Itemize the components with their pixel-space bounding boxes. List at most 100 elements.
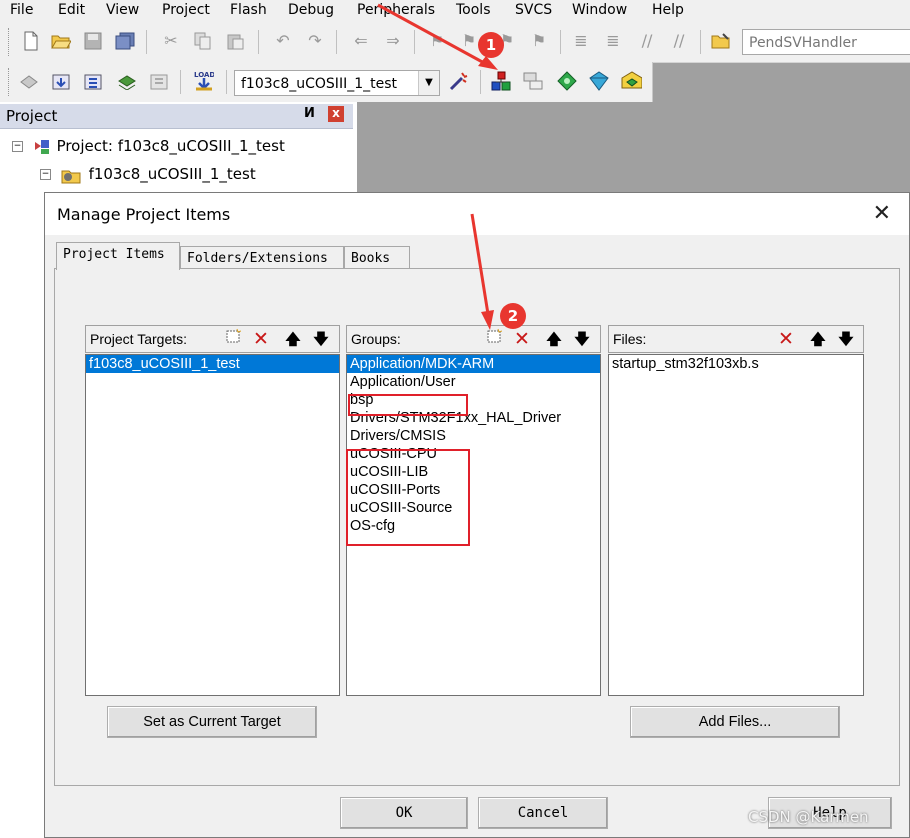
tab-project-items-label: Project Items bbox=[63, 247, 165, 262]
menu-peripherals[interactable]: Peripherals bbox=[357, 1, 435, 19]
indent-icon[interactable]: ≣ bbox=[570, 30, 592, 52]
ok-button[interactable]: OK bbox=[340, 797, 468, 829]
move-target-up-icon[interactable]: 🡅 bbox=[282, 328, 304, 350]
select-packs-icon[interactable] bbox=[522, 70, 544, 92]
menu-tools[interactable]: Tools bbox=[456, 1, 491, 19]
tree-target[interactable]: − f103c8_uCOSIII_1_test bbox=[40, 164, 256, 184]
project-pane-title: Project bbox=[6, 107, 58, 125]
save-all-icon[interactable] bbox=[114, 30, 136, 52]
new-target-icon[interactable] bbox=[222, 328, 244, 350]
move-file-down-icon[interactable]: 🡇 bbox=[835, 328, 857, 350]
batch-build-icon[interactable] bbox=[116, 70, 138, 92]
cut-icon[interactable]: ✂ bbox=[160, 30, 182, 52]
file-toolbar: ✂ ↶ ↷ ⇐ ⇒ ⚑ ⚑ ⚑ ⚑ ≣ ≣ // // PendSVHandle… bbox=[0, 22, 910, 63]
build-icon[interactable] bbox=[50, 70, 72, 92]
groups-header: Groups: ✕ 🡅 🡇 bbox=[346, 325, 601, 353]
files-title: Files: bbox=[613, 331, 647, 347]
menu-bar: File Edit View Project Flash Debug Perip… bbox=[0, 0, 910, 22]
software-packs-icon[interactable] bbox=[620, 70, 642, 92]
highlight-ucos-groups bbox=[346, 449, 470, 546]
menu-debug[interactable]: Debug bbox=[288, 1, 334, 19]
menu-flash[interactable]: Flash bbox=[230, 1, 267, 19]
tab-books-label: Books bbox=[351, 251, 391, 266]
close-icon[interactable]: x bbox=[328, 106, 344, 122]
collapse-icon[interactable]: − bbox=[40, 169, 51, 180]
open-folder-icon[interactable] bbox=[50, 30, 72, 52]
watermark: CSDN @Karmen bbox=[748, 808, 869, 826]
project-icon bbox=[34, 139, 49, 154]
move-group-up-icon[interactable]: 🡅 bbox=[543, 328, 565, 350]
prev-bookmark-icon[interactable]: ⚑ bbox=[458, 30, 480, 52]
new-file-icon[interactable] bbox=[20, 30, 42, 52]
paste-icon[interactable] bbox=[224, 30, 246, 52]
stop-build-icon[interactable] bbox=[148, 70, 170, 92]
toolbar-grip[interactable] bbox=[8, 68, 12, 96]
bookmark-icon[interactable]: ⚑ bbox=[426, 30, 448, 52]
menu-edit[interactable]: Edit bbox=[58, 1, 85, 19]
set-current-target-button[interactable]: Set as Current Target bbox=[107, 706, 317, 738]
manage-project-items-icon[interactable] bbox=[490, 70, 512, 92]
target-item[interactable]: f103c8_uCOSIII_1_test bbox=[86, 355, 339, 373]
target-folder-icon bbox=[61, 170, 81, 183]
file-item[interactable]: startup_stm32f103xb.s bbox=[609, 355, 863, 373]
copy-icon[interactable] bbox=[192, 30, 214, 52]
cancel-button[interactable]: Cancel bbox=[478, 797, 608, 829]
tree-root-label: Project: f103c8_uCOSIII_1_test bbox=[56, 137, 285, 155]
navigate-back-icon[interactable]: ⇐ bbox=[350, 30, 372, 52]
highlight-bsp bbox=[348, 394, 468, 416]
tab-folders-extensions-label: Folders/Extensions bbox=[187, 251, 328, 266]
new-group-icon[interactable] bbox=[483, 328, 505, 350]
rebuild-icon[interactable] bbox=[82, 70, 104, 92]
collapse-icon[interactable]: − bbox=[12, 141, 23, 152]
unindent-icon[interactable]: ≣ bbox=[602, 30, 624, 52]
pack-installer-icon[interactable] bbox=[588, 70, 610, 92]
download-icon[interactable]: LOAD bbox=[192, 70, 214, 92]
menu-view[interactable]: View bbox=[106, 1, 139, 19]
add-files-button[interactable]: Add Files... bbox=[630, 706, 840, 738]
save-icon[interactable] bbox=[82, 30, 104, 52]
files-list[interactable]: startup_stm32f103xb.s bbox=[608, 354, 864, 696]
group-item[interactable]: Drivers/CMSIS bbox=[347, 427, 600, 445]
move-target-down-icon[interactable]: 🡇 bbox=[310, 328, 332, 350]
manage-rte-icon[interactable] bbox=[556, 70, 578, 92]
menu-help[interactable]: Help bbox=[652, 1, 684, 19]
project-pane-header: Project И x bbox=[0, 104, 353, 129]
delete-target-icon[interactable]: ✕ bbox=[250, 328, 272, 350]
move-group-down-icon[interactable]: 🡇 bbox=[571, 328, 593, 350]
find-in-files-icon[interactable] bbox=[710, 30, 732, 52]
chevron-down-icon[interactable]: ▼ bbox=[418, 71, 439, 95]
pin-icon[interactable]: И bbox=[304, 106, 315, 121]
target-combo[interactable]: f103c8_uCOSIII_1_test ▼ bbox=[234, 70, 440, 96]
targets-header: Project Targets: ✕ 🡅 🡇 bbox=[85, 325, 340, 353]
menu-svcs[interactable]: SVCS bbox=[515, 1, 552, 19]
options-for-target-icon[interactable] bbox=[448, 70, 470, 92]
dialog-close-icon[interactable]: ✕ bbox=[873, 201, 891, 227]
redo-icon[interactable]: ↷ bbox=[304, 30, 326, 52]
tree-root[interactable]: − Project: f103c8_uCOSIII_1_test bbox=[12, 136, 285, 156]
menu-file[interactable]: File bbox=[10, 1, 33, 19]
annotation-badge-1: 1 bbox=[478, 32, 504, 58]
tab-project-items[interactable]: Project Items bbox=[56, 242, 180, 270]
load-text: LOAD bbox=[194, 71, 214, 79]
clear-bookmarks-icon[interactable]: ⚑ bbox=[528, 30, 550, 52]
toolbar-grip[interactable] bbox=[8, 28, 12, 56]
comment-icon[interactable]: // bbox=[636, 30, 658, 52]
targets-title: Project Targets: bbox=[90, 331, 188, 347]
group-item[interactable]: Application/MDK-ARM bbox=[347, 355, 600, 373]
translate-icon[interactable] bbox=[18, 70, 40, 92]
group-item[interactable]: Application/User bbox=[347, 373, 600, 391]
uncomment-icon[interactable]: // bbox=[668, 30, 690, 52]
function-combo[interactable]: PendSVHandler bbox=[742, 29, 910, 55]
menu-window[interactable]: Window bbox=[572, 1, 627, 19]
undo-icon[interactable]: ↶ bbox=[272, 30, 294, 52]
move-file-up-icon[interactable]: 🡅 bbox=[807, 328, 829, 350]
delete-file-icon[interactable]: ✕ bbox=[775, 328, 797, 350]
targets-list[interactable]: f103c8_uCOSIII_1_test bbox=[85, 354, 340, 696]
groups-title: Groups: bbox=[351, 331, 401, 347]
function-combo-value: PendSVHandler bbox=[749, 35, 857, 51]
menu-project[interactable]: Project bbox=[162, 1, 210, 19]
delete-group-icon[interactable]: ✕ bbox=[511, 328, 533, 350]
build-toolbar: LOAD f103c8_uCOSIII_1_test ▼ bbox=[0, 62, 653, 103]
annotation-badge-2: 2 bbox=[500, 303, 526, 329]
navigate-forward-icon[interactable]: ⇒ bbox=[382, 30, 404, 52]
